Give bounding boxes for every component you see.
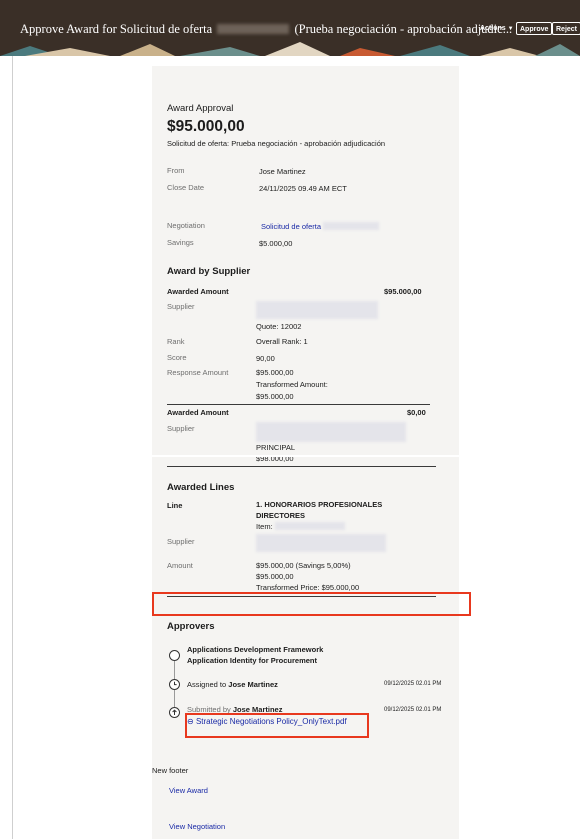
line-label: Line — [167, 501, 183, 510]
negotiation-link[interactable]: Solicitud de oferta — [261, 222, 380, 231]
item-label: Item: — [256, 522, 273, 531]
award-subtitle: Solicitud de oferta: Prueba negociación … — [167, 139, 386, 148]
divider — [167, 404, 430, 405]
transformed-amount-label: Transformed Amount: — [256, 380, 328, 389]
redacted-supplier-2 — [256, 422, 406, 442]
rank-value: Overall Rank: 1 — [256, 337, 308, 346]
awarded-amount-label-2: Awarded Amount — [167, 408, 229, 417]
assigned-name: Jose Martinez — [228, 680, 278, 689]
response-amount-value: $95.000,00 — [256, 368, 294, 377]
divider — [167, 466, 436, 467]
savings-label: Savings — [167, 238, 194, 247]
awarded-amount-value-2: $0,00 — [407, 408, 426, 417]
left-border — [12, 56, 13, 839]
awarded-lines-heading: Awarded Lines — [167, 482, 235, 493]
lines-supplier-label: Supplier — [167, 537, 195, 546]
title-prefix: Approve Award for Solicitud de oferta — [20, 22, 213, 36]
submitted-time: 09/12/2025 02.01 PM — [384, 707, 442, 713]
response-amount-label: Response Amount — [167, 368, 229, 377]
highlight-box-empty-row — [152, 592, 471, 616]
score-label: Score — [167, 353, 187, 362]
supplier-2-principal: PRINCIPAL — [256, 443, 296, 452]
view-award-link[interactable]: View Award — [169, 786, 208, 795]
lines-amount-value-2: $95.000,00 — [256, 572, 294, 581]
section-gap — [152, 455, 459, 457]
chevron-down-icon: ▼ — [507, 26, 514, 32]
approver-group-line1: Applications Development Framework — [187, 645, 324, 654]
pending-circle-icon — [169, 650, 180, 661]
decorative-banner — [0, 42, 580, 56]
line-value-2: DIRECTORES — [256, 511, 306, 520]
highlight-box-attachment — [185, 713, 369, 738]
supplier-label-2: Supplier — [167, 424, 195, 433]
app-header: Approve Award for Solicitud de oferta (P… — [0, 0, 580, 42]
approve-button[interactable]: Approve — [516, 22, 553, 35]
page-title: Approve Award for Solicitud de oferta (P… — [20, 22, 512, 37]
supplier-label-1: Supplier — [167, 302, 195, 311]
line-value-1: 1. HONORARIOS PROFESIONALES — [256, 500, 383, 509]
approvers-heading: Approvers — [167, 621, 215, 632]
lines-amount-label: Amount — [167, 561, 193, 570]
clock-icon — [169, 679, 180, 690]
awarded-amount-label-1: Awarded Amount — [167, 287, 229, 296]
view-negotiation-link[interactable]: View Negotiation — [169, 822, 225, 831]
actions-menu[interactable]: Actions ▼ — [480, 25, 514, 32]
negotiation-label: Negotiation — [167, 221, 205, 230]
assigned-time: 09/12/2025 02.01 PM — [384, 681, 442, 687]
transformed-amount-value: $95.000,00 — [256, 392, 294, 401]
assigned-row: Assigned to Jose Martinez — [187, 680, 278, 689]
negotiation-link-text: Solicitud de oferta — [261, 222, 322, 231]
score-value: 90,00 — [256, 354, 275, 363]
transformed-price: Transformed Price: $95.000,00 — [256, 583, 360, 592]
savings-value: $5.000,00 — [259, 239, 293, 248]
approver-group-line2: Application Identity for Procurement — [187, 656, 318, 665]
actions-label: Actions — [480, 25, 506, 32]
awarded-amount-value-1: $95.000,00 — [384, 287, 422, 296]
timeline-connector — [174, 690, 175, 708]
assigned-prefix: Assigned to — [187, 680, 227, 689]
redacted-supplier-1 — [256, 301, 378, 319]
from-label: From — [167, 166, 185, 175]
award-approval-heading: Award Approval — [167, 103, 234, 114]
close-date-label: Close Date — [167, 183, 205, 192]
award-amount: $95.000,00 — [167, 118, 245, 135]
footer-text: New footer — [152, 766, 189, 775]
timeline-connector — [174, 661, 175, 681]
lines-amount-value: $95.000,00 (Savings 5,00%) — [256, 561, 351, 570]
item-row: Item: — [256, 522, 345, 531]
from-value: Jose Martinez — [259, 167, 306, 176]
redacted-item — [274, 522, 345, 530]
redacted-lines-supplier — [256, 534, 386, 552]
redacted-negotiation-number — [217, 24, 290, 34]
rank-label: Rank — [167, 337, 185, 346]
close-date-value: 24/11/2025 09.49 AM ECT — [259, 184, 347, 193]
award-by-supplier-heading: Award by Supplier — [167, 266, 251, 277]
reject-button[interactable]: Reject — [552, 22, 580, 35]
redacted-negotiation-id — [323, 222, 380, 230]
submitted-arrow-icon — [169, 707, 180, 718]
quote-value: Quote: 12002 — [256, 322, 302, 331]
